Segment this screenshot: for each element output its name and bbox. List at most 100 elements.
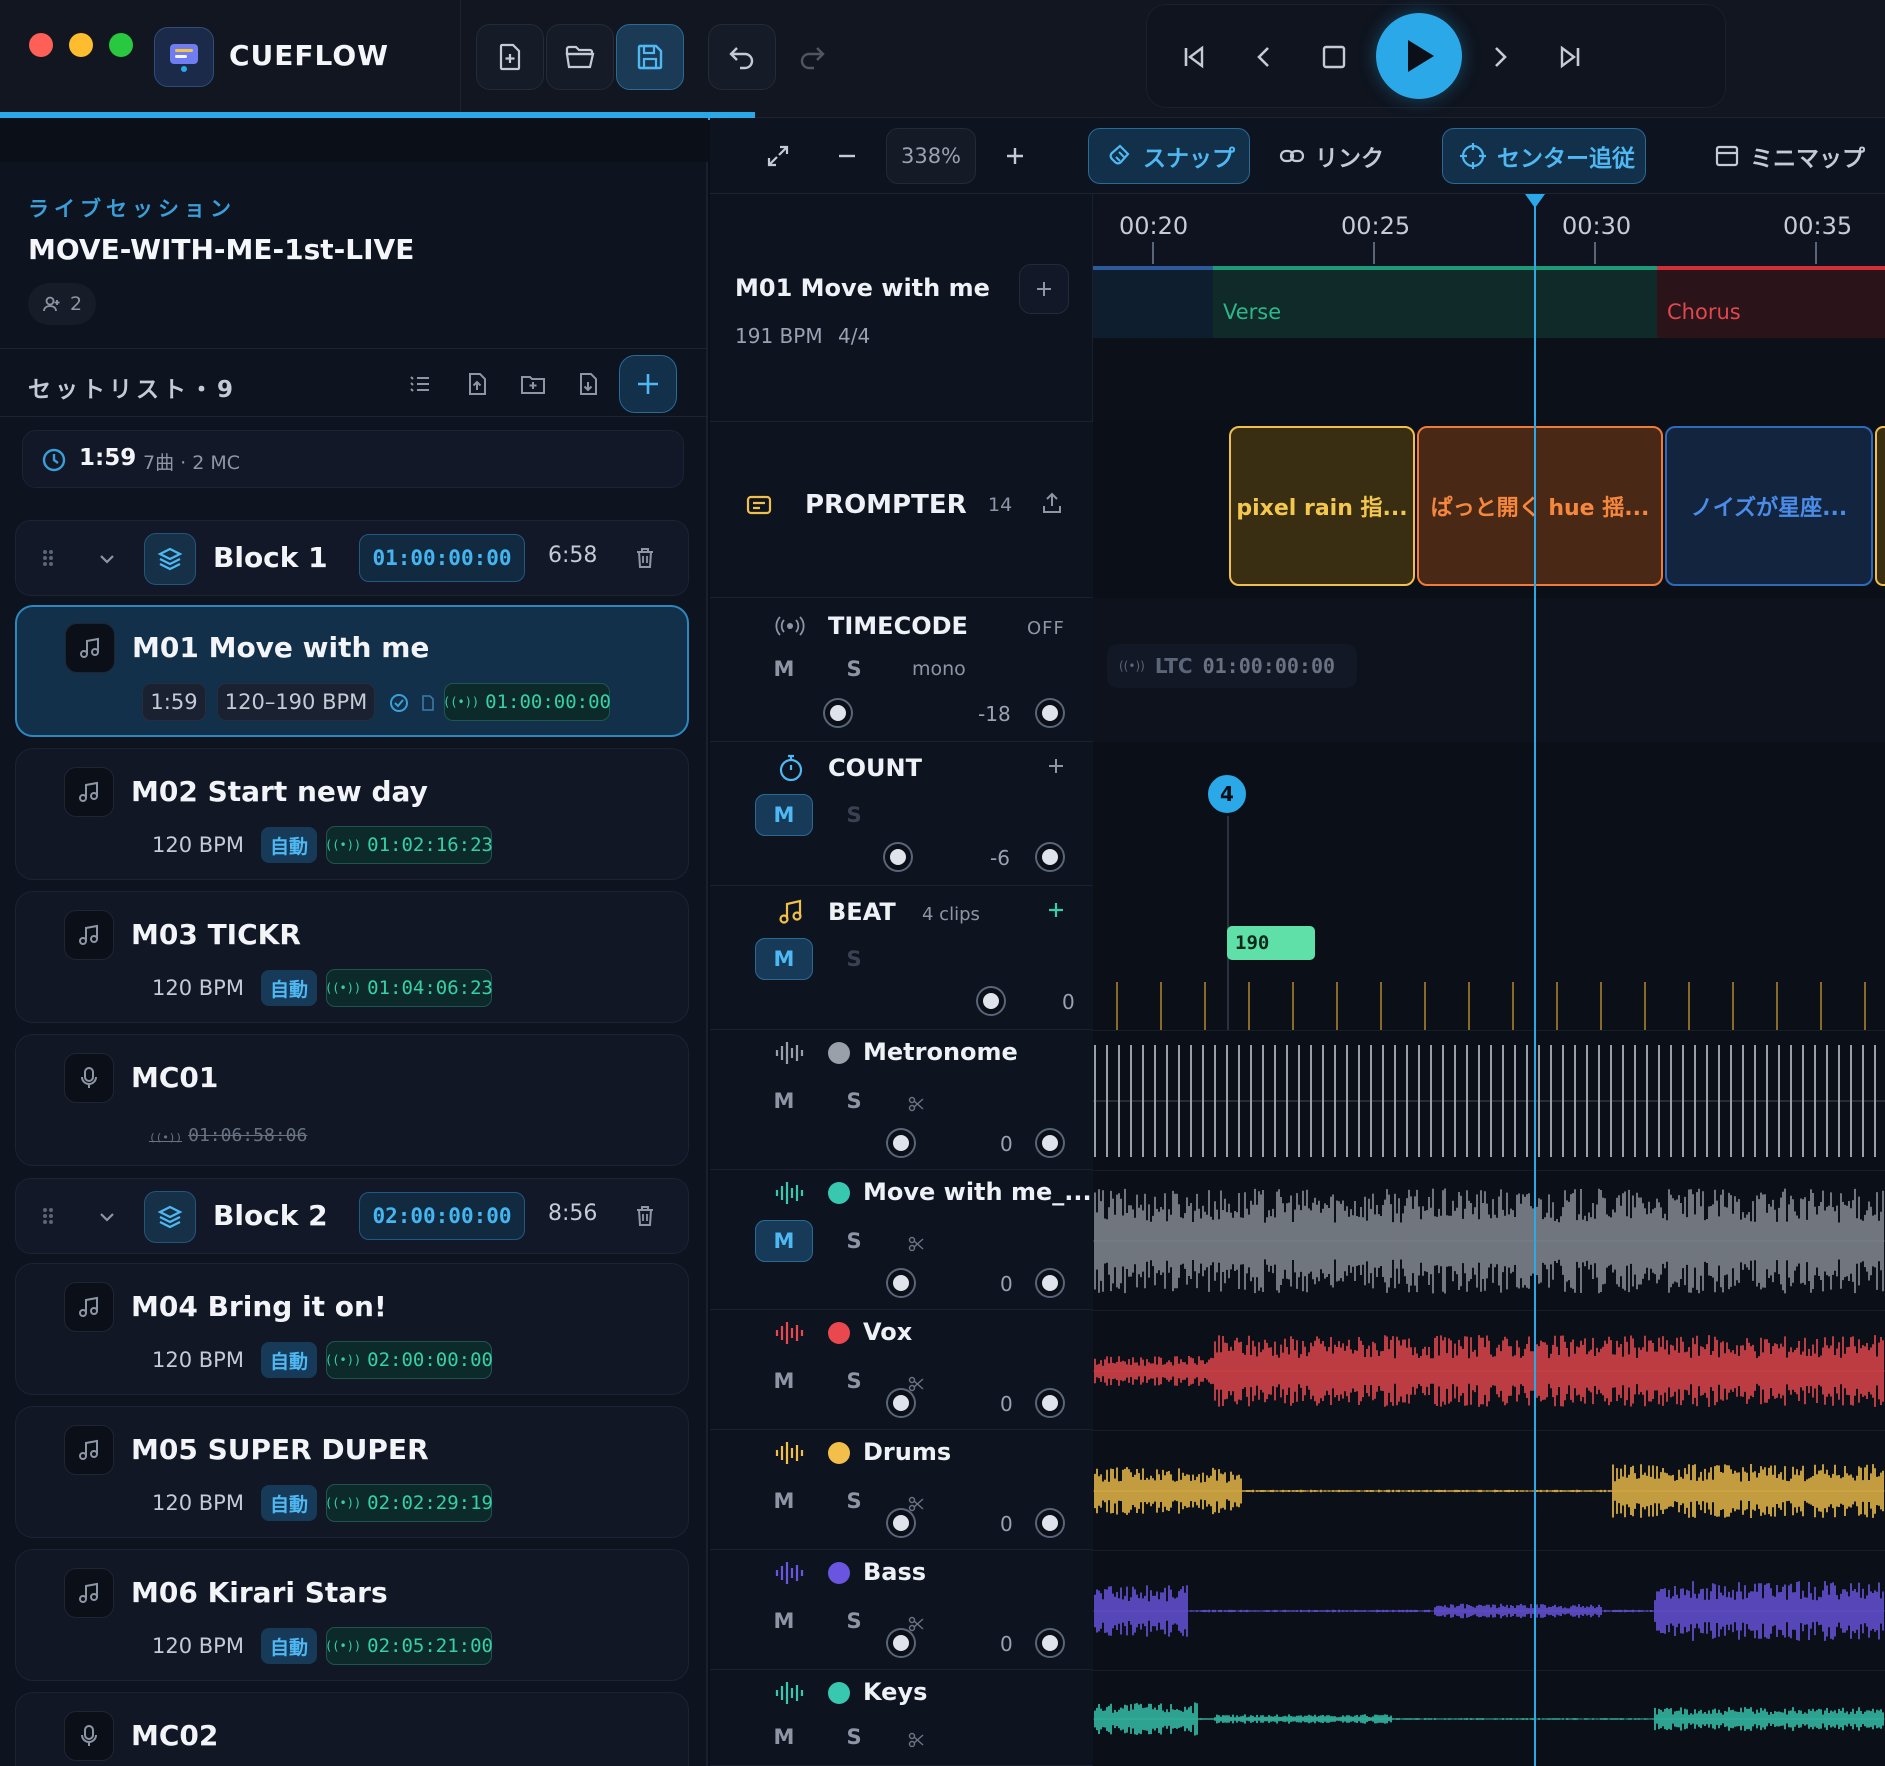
skip-to-start-button[interactable] <box>1160 24 1228 90</box>
track-color-dot[interactable] <box>828 1182 850 1204</box>
solo-button[interactable]: S <box>825 1480 883 1522</box>
prompter-clip[interactable]: ぱっと開く hue 揺... <box>1417 426 1663 586</box>
solo-button[interactable]: S <box>825 794 883 836</box>
upload-icon[interactable] <box>1040 491 1064 515</box>
mute-button[interactable]: M <box>755 1360 813 1402</box>
list-item-song[interactable]: M03 TICKR 120 BPM 自動 ((•)) 01:04:06:23 <box>15 891 689 1023</box>
plus-icon[interactable] <box>1046 900 1066 920</box>
mute-button[interactable]: M <box>755 648 813 690</box>
beat-lane[interactable]: 190 <box>1093 886 1885 1030</box>
solo-button[interactable]: S <box>825 1080 883 1122</box>
list-item-song[interactable]: M01 Move with me 1:59 120–190 BPM ((•)) 0… <box>15 605 689 737</box>
add-section-button[interactable] <box>1019 264 1069 314</box>
trash-icon[interactable] <box>634 1204 656 1228</box>
timecode-state[interactable]: OFF <box>1027 618 1065 639</box>
mute-button[interactable]: M <box>755 1480 813 1522</box>
list-item-song[interactable]: M05 SUPER DUPER 120 BPM 自動 ((•)) 02:02:29… <box>15 1406 689 1538</box>
track-color-dot[interactable] <box>828 1442 850 1464</box>
link-toggle[interactable]: リンク <box>1265 128 1391 184</box>
zoom-out-button[interactable] <box>822 128 872 184</box>
auto-badge[interactable]: 自動 <box>261 827 317 863</box>
users-badge[interactable]: 2 <box>28 283 96 325</box>
list-item-song[interactable]: M04 Bring it on! 120 BPM 自動 ((•)) 02:00:0… <box>15 1263 689 1395</box>
song-timecode[interactable]: ((•)) 02:05:21:00 <box>325 1627 493 1665</box>
audio-lane[interactable] <box>1093 1030 1885 1170</box>
close-window-button[interactable] <box>29 33 53 57</box>
snap-toggle[interactable]: スナップ <box>1088 128 1250 184</box>
mute-button[interactable]: M <box>755 794 813 836</box>
prompter-clip[interactable]: pixel rain 指... <box>1229 426 1415 586</box>
list-item-song[interactable]: M02 Start new day 120 BPM 自動 ((•)) 01:02:… <box>15 748 689 880</box>
audio-lane[interactable] <box>1093 1310 1885 1430</box>
pan-knob[interactable] <box>888 1630 914 1656</box>
audio-lane[interactable] <box>1093 1430 1885 1550</box>
song-timecode[interactable]: ((•)) 01:02:16:23 <box>325 826 493 864</box>
song-timecode[interactable]: ((•)) 01:00:00:00 <box>443 683 611 721</box>
count-lane[interactable]: 4 <box>1093 742 1885 886</box>
volume-knob[interactable] <box>1037 1390 1063 1416</box>
scissors-icon[interactable] <box>908 1496 924 1512</box>
section-verse[interactable]: Verse <box>1213 266 1657 338</box>
audio-lane[interactable] <box>1093 1550 1885 1670</box>
pan-knob[interactable] <box>888 1130 914 1156</box>
block-header[interactable]: Block 2 02:00:00:00 8:56 <box>15 1178 689 1254</box>
maximize-window-button[interactable] <box>109 33 133 57</box>
drag-handle-icon[interactable] <box>41 547 55 569</box>
sections-lane[interactable]: Verse Chorus <box>1093 266 1885 422</box>
stop-button[interactable] <box>1300 24 1368 90</box>
solo-button[interactable]: S <box>825 1600 883 1642</box>
list-item-mc[interactable]: MC01 ((•)) 01:06:58:06 <box>15 1034 689 1166</box>
import-file-button[interactable] <box>566 362 610 406</box>
mute-button[interactable]: M <box>755 1220 813 1262</box>
skip-to-end-button[interactable] <box>1536 24 1604 90</box>
song-timecode[interactable]: ((•)) 01:04:06:23 <box>325 969 493 1007</box>
pan-knob[interactable] <box>888 1390 914 1416</box>
volume-knob[interactable] <box>978 988 1004 1014</box>
volume-knob[interactable] <box>1037 844 1063 870</box>
mute-button[interactable]: M <box>755 1080 813 1122</box>
add-item-button[interactable] <box>619 355 677 413</box>
song-timecode[interactable]: ((•)) 02:02:29:19 <box>325 1484 493 1522</box>
pan-knob[interactable] <box>825 700 851 726</box>
zoom-in-button[interactable] <box>990 128 1040 184</box>
mute-button[interactable]: M <box>755 938 813 980</box>
previous-cue-button[interactable] <box>1230 24 1298 90</box>
open-file-button[interactable] <box>546 24 614 90</box>
reorder-list-button[interactable] <box>398 362 442 406</box>
plus-icon[interactable] <box>1046 756 1066 776</box>
auto-badge[interactable]: 自動 <box>261 1485 317 1521</box>
section-chorus[interactable]: Chorus <box>1657 266 1885 338</box>
chevron-down-icon[interactable] <box>97 549 117 569</box>
solo-button[interactable]: S <box>825 1716 883 1758</box>
scissors-icon[interactable] <box>908 1616 924 1632</box>
center-follow-toggle[interactable]: センター追従 <box>1442 128 1646 184</box>
audio-lane[interactable] <box>1093 1670 1885 1766</box>
track-color-dot[interactable] <box>828 1042 850 1064</box>
fit-view-button[interactable] <box>750 128 806 184</box>
track-color-dot[interactable] <box>828 1322 850 1344</box>
auto-badge[interactable]: 自動 <box>261 1628 317 1664</box>
export-file-button[interactable] <box>455 362 499 406</box>
chevron-down-icon[interactable] <box>97 1207 117 1227</box>
solo-button[interactable]: S <box>825 938 883 980</box>
volume-knob[interactable] <box>1037 1510 1063 1536</box>
track-color-dot[interactable] <box>828 1682 850 1704</box>
save-button[interactable] <box>616 24 684 90</box>
solo-button[interactable]: S <box>825 1220 883 1262</box>
drag-handle-icon[interactable] <box>41 1205 55 1227</box>
prompter-clip[interactable]: ノイズが星座... <box>1665 426 1873 586</box>
mute-button[interactable]: M <box>755 1716 813 1758</box>
pan-knob[interactable] <box>885 844 911 870</box>
song-timecode[interactable]: ((•)) 02:00:00:00 <box>325 1341 493 1379</box>
scissors-icon[interactable] <box>908 1376 924 1392</box>
volume-knob[interactable] <box>1037 1270 1063 1296</box>
count-marker[interactable]: 4 <box>1205 772 1249 816</box>
audio-lane[interactable] <box>1093 1170 1885 1310</box>
time-ruler[interactable]: 00:20 00:25 00:30 00:35 <box>1093 194 1885 266</box>
playhead[interactable] <box>1534 194 1536 1766</box>
block-header[interactable]: Block 1 01:00:00:00 6:58 <box>15 520 689 596</box>
volume-knob[interactable] <box>1037 700 1063 726</box>
volume-knob[interactable] <box>1037 1630 1063 1656</box>
scissors-icon[interactable] <box>908 1236 924 1252</box>
pan-knob[interactable] <box>888 1270 914 1296</box>
